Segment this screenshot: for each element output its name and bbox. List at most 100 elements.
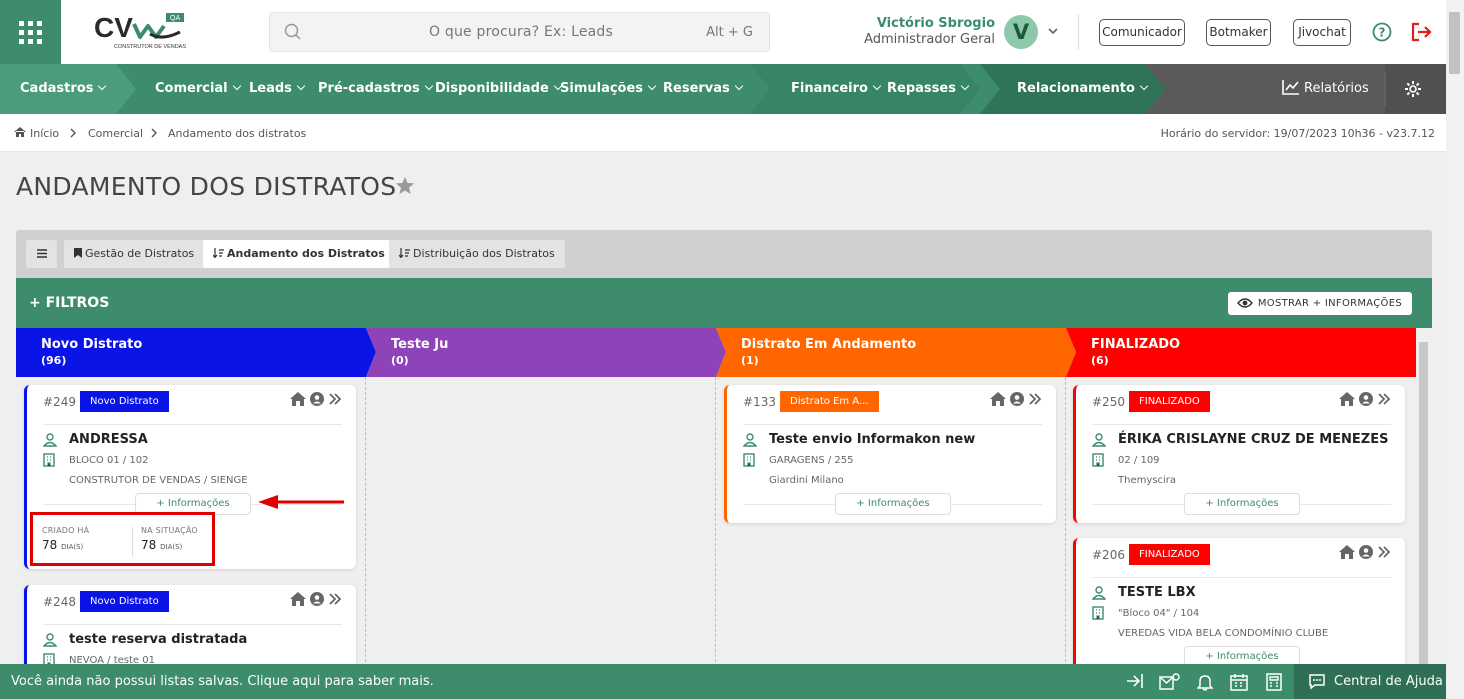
star-icon[interactable] xyxy=(395,176,415,195)
search-placeholder: O que procura? Ex: Leads xyxy=(429,24,614,40)
home-icon[interactable] xyxy=(290,592,306,606)
chevron-down-icon xyxy=(734,81,744,91)
collapse-right-icon[interactable] xyxy=(1126,673,1144,689)
svg-text:QA: QA xyxy=(170,15,180,22)
breadcrumb: Início Comercial Andamento dos distratos… xyxy=(0,114,1446,152)
double-chevron-right-icon[interactable] xyxy=(1377,545,1391,559)
more-info-card-button[interactable]: + Informações xyxy=(835,493,951,515)
user-name[interactable]: Victório Sbrogio xyxy=(860,16,995,31)
card-number: #250 xyxy=(1092,395,1125,409)
chevron-down-icon xyxy=(960,81,970,91)
user-circle-icon[interactable] xyxy=(1010,392,1024,406)
divider xyxy=(1092,424,1391,425)
footer-bar: Você ainda não possui listas salvas. Cli… xyxy=(0,664,1446,699)
card-number: #206 xyxy=(1092,548,1125,562)
more-info-card-button[interactable]: + Informações xyxy=(1184,493,1300,515)
distrato-card[interactable]: #206 FINALIZADO TESTE LBX "Bloco 04" / 1… xyxy=(1073,538,1405,664)
nav-pre-cadastros[interactable]: Pré-cadastros xyxy=(318,64,433,114)
menu-icon xyxy=(36,249,47,258)
client-name: Teste envio Informakon new xyxy=(769,432,976,447)
comunicador-button[interactable]: Comunicador xyxy=(1099,19,1185,46)
divider xyxy=(43,424,342,425)
breadcrumb-current: Andamento dos distratos xyxy=(168,127,307,140)
mail-settings-icon[interactable] xyxy=(1159,673,1181,691)
top-bar: CV QA CONSTRUTOR DE VENDAS O que procura… xyxy=(0,0,1446,64)
search-input[interactable]: O que procura? Ex: Leads Alt + G xyxy=(269,12,770,52)
breadcrumb-home[interactable]: Início xyxy=(30,127,59,140)
annotation-highlight-box xyxy=(30,512,215,566)
calendar-icon[interactable] xyxy=(1230,673,1248,691)
sort-icon xyxy=(212,248,224,259)
apps-menu-button[interactable] xyxy=(0,0,61,64)
nav-repasses[interactable]: Repasses xyxy=(887,64,970,114)
botmaker-button[interactable]: Botmaker xyxy=(1206,19,1271,46)
chevron-down-icon[interactable] xyxy=(1047,26,1059,36)
client-name: ÉRIKA CRISLAYNE CRUZ DE MENEZES xyxy=(1118,432,1389,447)
card-number: #133 xyxy=(743,395,776,409)
development-label: Themyscira xyxy=(1118,475,1176,486)
saved-lists-message[interactable]: Você ainda não possui listas salvas. Cli… xyxy=(11,674,434,689)
column-teste-ju xyxy=(366,377,716,664)
nav-disponibilidade[interactable]: Disponibilidade xyxy=(435,64,563,114)
divider xyxy=(43,624,342,625)
logout-icon[interactable] xyxy=(1411,22,1433,42)
column-header-teste-ju[interactable]: Teste Ju (0) xyxy=(366,328,716,377)
card-number: #249 xyxy=(43,395,76,409)
breadcrumb-comercial[interactable]: Comercial xyxy=(88,127,143,140)
kanban-board: Novo Distrato (96) Teste Ju (0) Distrato… xyxy=(16,328,1416,664)
scrollbar-thumb[interactable] xyxy=(1449,12,1460,74)
nav-cadastros[interactable]: Cadastros xyxy=(20,64,107,114)
double-chevron-right-icon[interactable] xyxy=(1028,392,1042,406)
help-center-button[interactable]: Central de Ajuda xyxy=(1294,664,1446,699)
avatar[interactable]: V xyxy=(1004,15,1038,49)
column-header-distrato-andamento[interactable]: Distrato Em Andamento (1) xyxy=(716,328,1066,377)
home-icon[interactable] xyxy=(990,392,1006,406)
nav-leads[interactable]: Leads xyxy=(249,64,306,114)
page-scrollbar[interactable] xyxy=(1446,0,1464,699)
user-circle-icon[interactable] xyxy=(310,392,324,406)
home-icon[interactable] xyxy=(290,392,306,406)
nav-reservas[interactable]: Reservas xyxy=(663,64,744,114)
chevron-down-icon xyxy=(232,81,241,91)
distrato-card[interactable]: #133 Distrato Em A... Teste envio Inform… xyxy=(724,385,1056,523)
user-circle-icon[interactable] xyxy=(1359,545,1373,559)
distrato-card[interactable]: #248 Novo Distrato teste reserva distrat… xyxy=(24,585,356,664)
board-scrollbar[interactable] xyxy=(1417,328,1430,664)
double-chevron-right-icon[interactable] xyxy=(328,392,342,406)
unit-label: 02 / 109 xyxy=(1118,455,1160,466)
user-circle-icon[interactable] xyxy=(310,592,324,606)
nav-comercial[interactable]: Comercial xyxy=(155,64,241,114)
bell-icon[interactable] xyxy=(1197,673,1213,691)
nav-financeiro[interactable]: Financeiro xyxy=(791,64,882,114)
logo[interactable]: CV QA CONSTRUTOR DE VENDAS xyxy=(92,10,192,52)
client-name: teste reserva distratada xyxy=(69,632,248,647)
nav-relatorios[interactable]: Relatórios xyxy=(1282,64,1369,114)
double-chevron-right-icon[interactable] xyxy=(1377,392,1391,406)
nav-relacionamento[interactable]: Relacionamento xyxy=(1017,64,1149,114)
user-circle-icon[interactable] xyxy=(1359,392,1373,406)
tab-distribuicao-distratos[interactable]: Distribuição dos Distratos xyxy=(389,240,565,268)
tab-gestao-distratos[interactable]: Gestão de Distratos xyxy=(64,240,205,268)
filters-bar: + FILTROS MOSTRAR + INFORMAÇÕES xyxy=(16,278,1432,328)
building-icon xyxy=(1092,606,1104,620)
help-icon[interactable]: ? xyxy=(1372,22,1392,42)
calculator-icon[interactable] xyxy=(1266,673,1282,691)
column-header-finalizado[interactable]: FINALIZADO (6) xyxy=(1066,328,1416,377)
scrollbar-thumb[interactable] xyxy=(1419,342,1428,664)
column-header-novo-distrato[interactable]: Novo Distrato (96) xyxy=(16,328,366,377)
user-icon xyxy=(1092,586,1106,600)
tab-andamento-distratos[interactable]: Andamento dos Distratos xyxy=(203,240,395,268)
nav-simulacoes[interactable]: Simulações xyxy=(560,64,657,114)
double-chevron-right-icon[interactable] xyxy=(328,592,342,606)
building-icon xyxy=(43,653,55,664)
more-info-card-button[interactable]: + Informações xyxy=(1184,646,1300,664)
hamburger-menu-button[interactable] xyxy=(26,240,57,268)
home-icon[interactable] xyxy=(1339,545,1355,559)
filters-toggle[interactable]: + FILTROS xyxy=(29,295,109,311)
card-number: #248 xyxy=(43,595,76,609)
home-icon[interactable] xyxy=(1339,392,1355,406)
jivochat-button[interactable]: Jivochat xyxy=(1293,19,1351,46)
more-info-button[interactable]: MOSTRAR + INFORMAÇÕES xyxy=(1227,292,1412,315)
gear-icon[interactable] xyxy=(1404,80,1422,98)
distrato-card[interactable]: #250 FINALIZADO ÉRIKA CRISLAYNE CRUZ DE … xyxy=(1073,385,1405,523)
